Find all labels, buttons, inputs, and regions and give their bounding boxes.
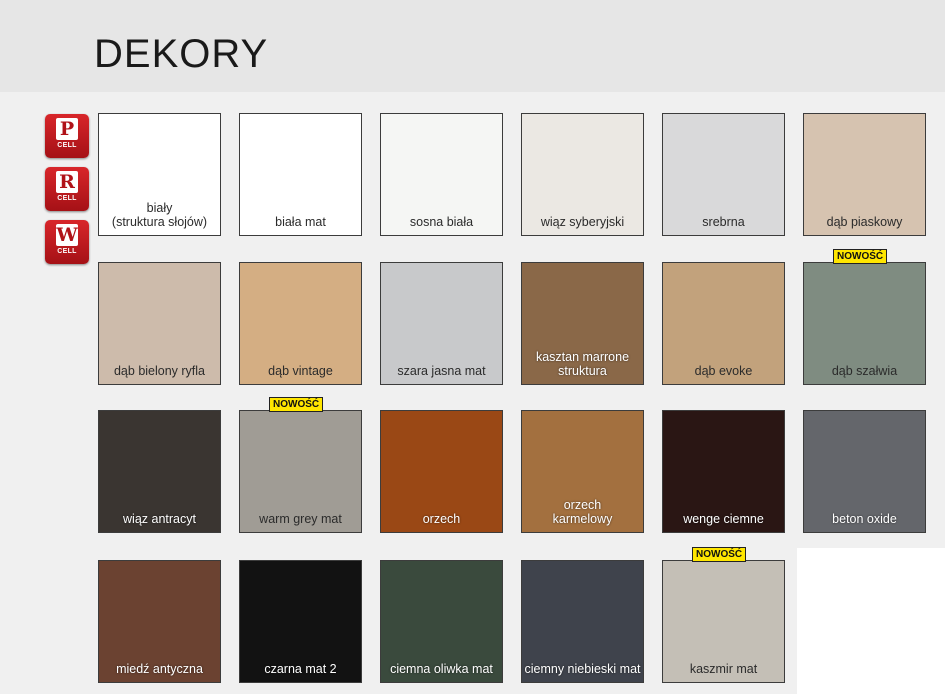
decor-swatch[interactable]: warm grey mat [239, 410, 362, 533]
decor-swatch-label: ciemna oliwka mat [390, 662, 493, 676]
new-badge: NOWOŚĆ [833, 249, 888, 264]
badge-sub: CELL [57, 195, 77, 202]
decor-swatch[interactable]: wiąz syberyjski [521, 113, 644, 236]
empty-grid-cell [797, 548, 945, 694]
decor-swatch[interactable]: orzech karmelowy [521, 410, 644, 533]
decor-swatch-label: szara jasna mat [397, 364, 486, 378]
decor-swatch-label: czarna mat 2 [264, 662, 337, 676]
decor-swatch[interactable]: kasztan marrone struktura [521, 262, 644, 385]
decor-swatch[interactable]: biała mat [239, 113, 362, 236]
decor-swatch-label: biały (struktura słojów) [111, 201, 208, 229]
decor-swatch-label: warm grey mat [259, 512, 342, 526]
decor-swatch-label: orzech [422, 512, 461, 526]
badge-letter: P [56, 118, 78, 140]
decor-swatch-label: kaszmir mat [689, 662, 758, 676]
decor-swatch[interactable]: dąb evoke [662, 262, 785, 385]
badge-letter: W [56, 224, 78, 246]
decor-swatch[interactable]: dąb szałwia [803, 262, 926, 385]
decor-swatch-label: srebrna [702, 215, 745, 229]
decor-swatch-label: biała mat [275, 215, 326, 229]
decor-swatch-label: dąb szałwia [831, 364, 898, 378]
decor-swatch-label: sosna biała [409, 215, 474, 229]
decor-swatch[interactable]: wiąz antracyt [98, 410, 221, 533]
page-header: DEKORY [0, 0, 945, 92]
decor-swatch[interactable]: szara jasna mat [380, 262, 503, 385]
decor-swatch[interactable]: ciemny niebieski mat [521, 560, 644, 683]
decor-swatch-label: dąb piaskowy [826, 215, 903, 229]
decor-swatch[interactable]: sosna biała [380, 113, 503, 236]
decor-swatch-label: kasztan marrone struktura [535, 350, 630, 378]
decor-swatch-label: miedź antyczna [116, 662, 203, 676]
decor-swatch[interactable]: dąb vintage [239, 262, 362, 385]
r-cell-badge: R CELL [45, 167, 89, 211]
badge-sub: CELL [57, 142, 77, 149]
decor-swatch[interactable]: dąb bielony ryfla [98, 262, 221, 385]
decor-swatch[interactable]: czarna mat 2 [239, 560, 362, 683]
decor-swatch[interactable]: orzech [380, 410, 503, 533]
decor-swatch-label: wiąz antracyt [123, 512, 196, 526]
decor-swatch[interactable]: biały (struktura słojów) [98, 113, 221, 236]
new-badge: NOWOŚĆ [692, 547, 747, 562]
new-badge: NOWOŚĆ [269, 397, 324, 412]
decor-swatch-label: wenge ciemne [683, 512, 764, 526]
decor-swatch-label: orzech karmelowy [552, 498, 613, 526]
badge-sub: CELL [57, 248, 77, 255]
decor-swatch[interactable]: miedź antyczna [98, 560, 221, 683]
decor-swatch-label: dąb vintage [268, 364, 333, 378]
w-cell-badge: W CELL [45, 220, 89, 264]
decor-swatch-label: dąb bielony ryfla [113, 364, 206, 378]
page-title: DEKORY [94, 32, 269, 76]
decor-swatch-label: wiąz syberyjski [540, 215, 625, 229]
decor-swatch[interactable]: dąb piaskowy [803, 113, 926, 236]
decor-swatch[interactable]: wenge ciemne [662, 410, 785, 533]
decor-swatch-label: beton oxide [832, 512, 897, 526]
decor-swatch[interactable]: srebrna [662, 113, 785, 236]
decor-swatch[interactable]: beton oxide [803, 410, 926, 533]
decor-swatch[interactable]: ciemna oliwka mat [380, 560, 503, 683]
decor-swatch[interactable]: kaszmir mat [662, 560, 785, 683]
decor-swatch-label: dąb evoke [694, 364, 753, 378]
badge-letter: R [56, 171, 78, 193]
p-cell-badge: P CELL [45, 114, 89, 158]
decor-swatch-label: ciemny niebieski mat [524, 662, 641, 676]
